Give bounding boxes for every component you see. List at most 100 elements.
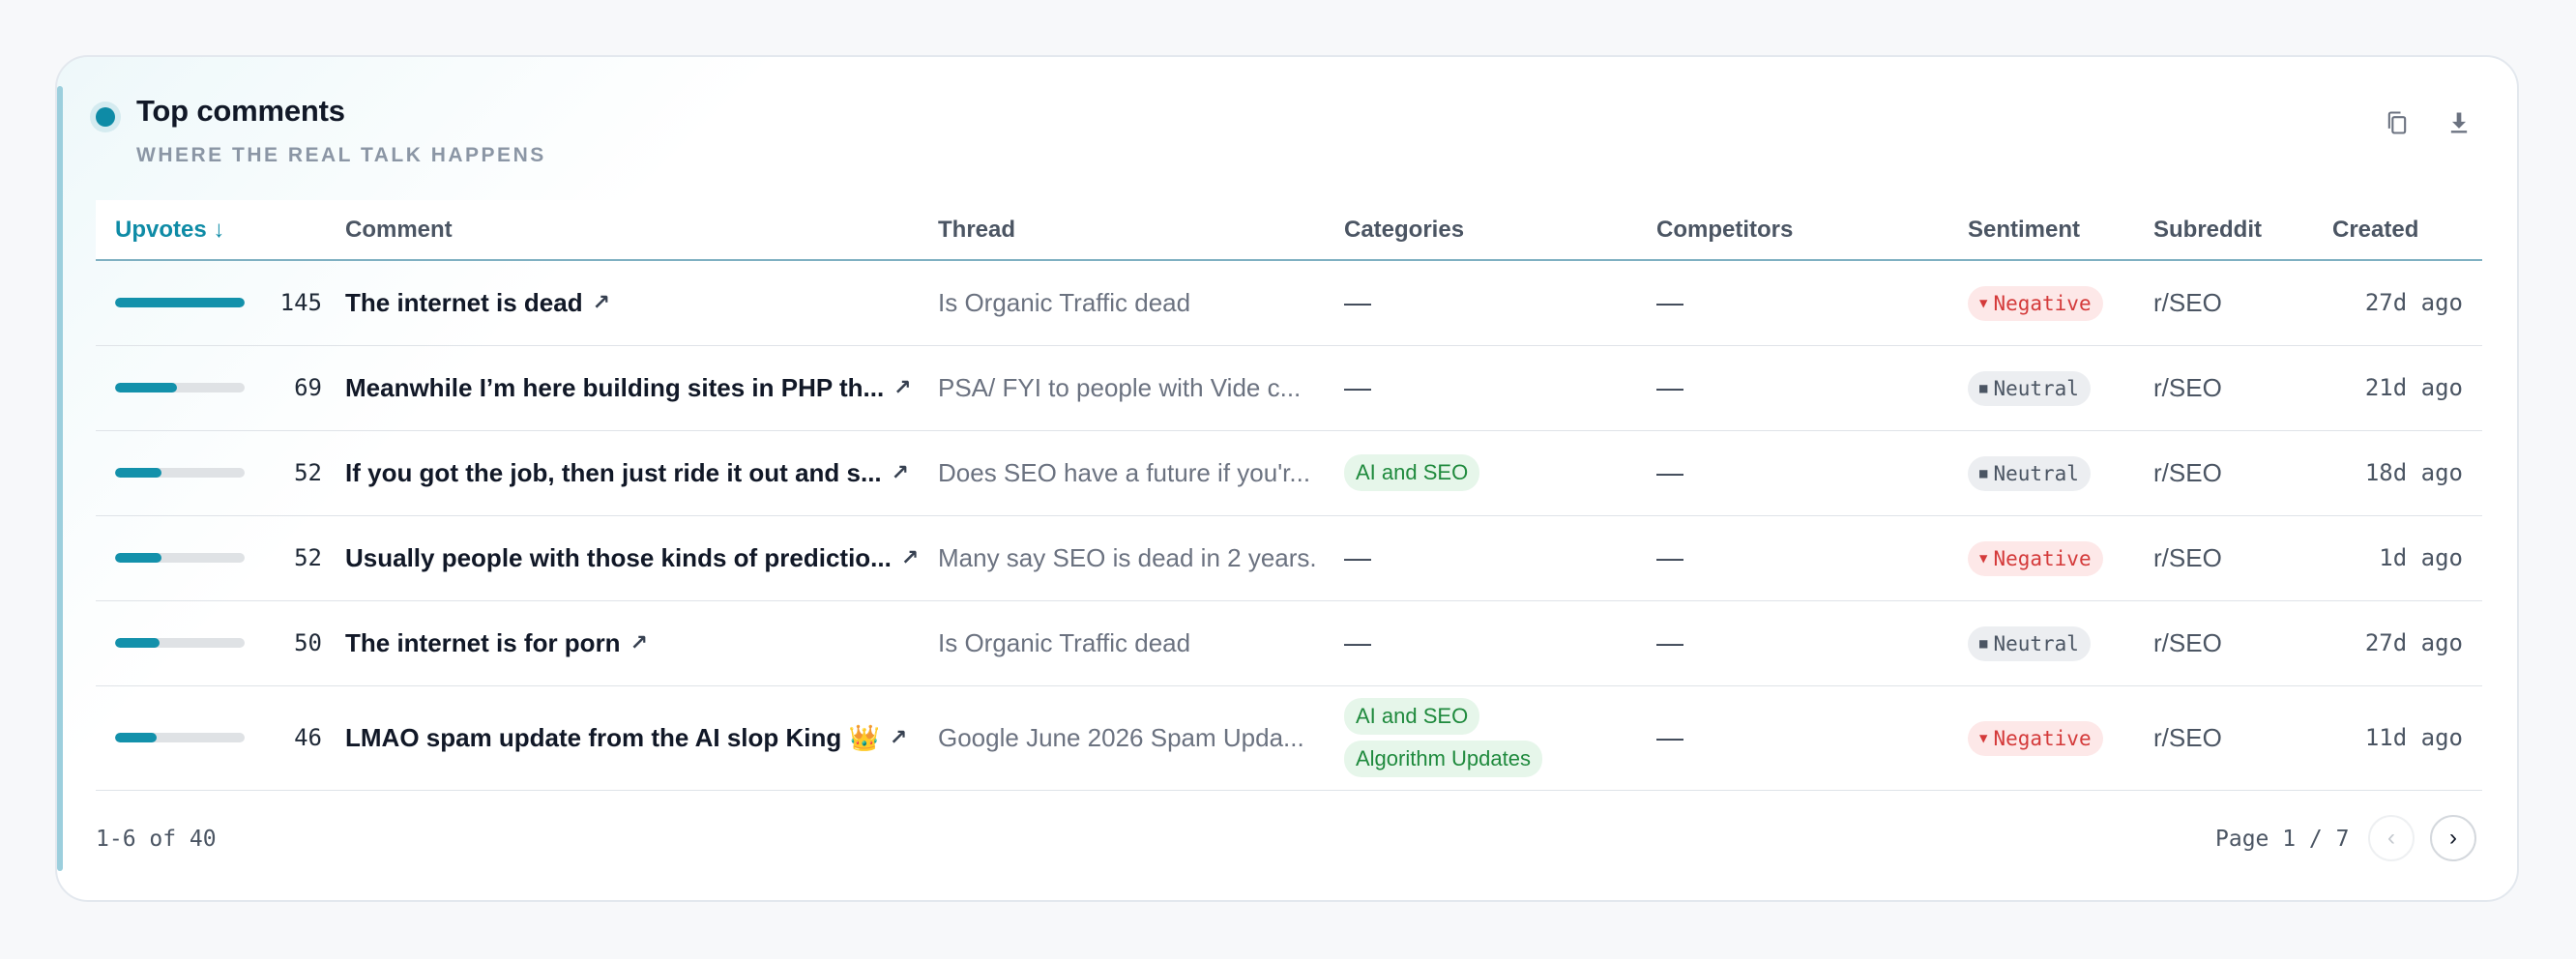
table-row[interactable]: 50 The internet is for porn ↗ Is Organic Tr… — [96, 600, 2482, 686]
sentiment-cell: ■ Neutral — [1968, 430, 2153, 516]
column-upvotes-sort[interactable]: Upvotes ↓ — [96, 200, 345, 261]
categories-cell: — — [1344, 515, 1656, 601]
external-link-icon[interactable]: ↗ — [893, 375, 911, 400]
square-icon: ■ — [1979, 636, 1988, 652]
competitors-cell: — — [1656, 345, 1968, 431]
comment-text[interactable]: Usually people with those kinds of predi… — [345, 543, 892, 573]
sentiment-badge: ▼ Negative — [1968, 541, 2103, 576]
table-row[interactable]: 52 Usually people with those kinds of pre… — [96, 515, 2482, 601]
comment-cell[interactable]: The internet is dead ↗ — [345, 260, 938, 346]
sentiment-label: Negative — [1993, 292, 2092, 316]
card-title: Top comments — [136, 94, 345, 128]
column-created[interactable]: Created — [2332, 200, 2482, 261]
title-dot-icon — [96, 107, 115, 127]
table-row[interactable]: 52 If you got the job, then just ride it … — [96, 430, 2482, 516]
created-cell: 1d ago — [2332, 515, 2482, 601]
upvotes-count: 50 — [294, 629, 322, 656]
thread-cell[interactable]: Is Organic Traffic dead — [938, 260, 1344, 346]
down-triangle-icon: ▼ — [1979, 296, 1988, 312]
external-link-icon[interactable]: ↗ — [630, 630, 648, 655]
upvotes-bar-fill — [115, 733, 157, 742]
comment-cell[interactable]: LMAO spam update from the AI slop King 👑… — [345, 685, 938, 791]
table-row[interactable]: 145 The internet is dead ↗ Is Organic Traff… — [96, 260, 2482, 346]
categories-cell: — — [1344, 260, 1656, 346]
competitors-cell: — — [1656, 260, 1968, 346]
square-icon: ■ — [1979, 381, 1988, 396]
column-subreddit[interactable]: Subreddit — [2153, 200, 2332, 261]
table-body: 145 The internet is dead ↗ Is Organic Traff… — [96, 260, 2482, 791]
competitors-cell: — — [1656, 515, 1968, 601]
comment-text[interactable]: The internet is dead — [345, 288, 583, 318]
results-count: 1-6 of 40 — [96, 827, 217, 852]
column-thread[interactable]: Thread — [938, 200, 1344, 261]
categories-empty: — — [1344, 372, 1371, 402]
sentiment-badge: ▼ Negative — [1968, 721, 2103, 756]
upvotes-bar-fill — [115, 383, 178, 392]
subreddit-cell[interactable]: r/SEO — [2153, 685, 2332, 791]
comment-cell[interactable]: Meanwhile I’m here building sites in PHP… — [345, 345, 938, 431]
competitors-empty: — — [1656, 287, 1683, 318]
comment-cell[interactable]: Usually people with those kinds of predi… — [345, 515, 938, 601]
sentiment-cell: ■ Neutral — [1968, 345, 2153, 431]
subreddit-cell[interactable]: r/SEO — [2153, 600, 2332, 686]
column-categories[interactable]: Categories — [1344, 200, 1656, 261]
sentiment-label: Neutral — [1993, 462, 2079, 485]
sentiment-label: Neutral — [1993, 632, 2079, 655]
prev-page-button[interactable]: ‹ — [2368, 815, 2415, 861]
upvotes-bar-fill — [115, 553, 162, 563]
column-comment[interactable]: Comment — [345, 200, 938, 261]
table-row[interactable]: 69 Meanwhile I’m here building sites in P… — [96, 345, 2482, 431]
subreddit-cell[interactable]: r/SEO — [2153, 430, 2332, 516]
categories-empty: — — [1344, 627, 1371, 657]
thread-cell[interactable]: PSA/ FYI to people with Vide c... — [938, 345, 1344, 431]
top-comments-card: Top comments WHERE THE REAL TALK HAPPENS… — [55, 55, 2519, 902]
copy-button[interactable] — [2378, 103, 2416, 142]
thread-cell[interactable]: Google June 2026 Spam Upda... — [938, 685, 1344, 791]
comment-text[interactable]: If you got the job, then just ride it ou… — [345, 458, 882, 488]
comment-text[interactable]: Meanwhile I’m here building sites in PHP… — [345, 373, 884, 403]
external-link-icon[interactable]: ↗ — [901, 545, 919, 570]
upvotes-bar-fill — [115, 468, 162, 478]
download-button[interactable] — [2440, 103, 2478, 142]
sentiment-cell: ▼ Negative — [1968, 515, 2153, 601]
thread-cell[interactable]: Does SEO have a future if you'r... — [938, 430, 1344, 516]
category-chip[interactable]: AI and SEO — [1344, 454, 1480, 491]
subreddit-cell[interactable]: r/SEO — [2153, 345, 2332, 431]
category-chip[interactable]: AI and SEO — [1344, 698, 1480, 735]
upvotes-bar — [115, 553, 245, 563]
created-cell: 11d ago — [2332, 685, 2482, 791]
comment-cell[interactable]: The internet is for porn ↗ — [345, 600, 938, 686]
thread-cell[interactable]: Is Organic Traffic dead — [938, 600, 1344, 686]
created-cell: 27d ago — [2332, 600, 2482, 686]
sentiment-badge: ■ Neutral — [1968, 456, 2091, 491]
next-page-button[interactable]: › — [2430, 815, 2476, 861]
comment-cell[interactable]: If you got the job, then just ride it ou… — [345, 430, 938, 516]
page-indicator: Page 1 / 7 — [2215, 827, 2350, 852]
thread-cell[interactable]: Many say SEO is dead in 2 years. — [938, 515, 1344, 601]
copy-icon — [2387, 111, 2407, 134]
table-header-row: Upvotes ↓ Comment Thread Categories Comp… — [96, 200, 2482, 261]
external-link-icon[interactable]: ↗ — [890, 725, 907, 750]
column-sentiment[interactable]: Sentiment — [1968, 200, 2153, 261]
comment-text[interactable]: LMAO spam update from the AI slop King 👑 — [345, 723, 880, 753]
competitors-cell: — — [1656, 430, 1968, 516]
sentiment-cell: ▼ Negative — [1968, 685, 2153, 791]
upvotes-count: 46 — [294, 724, 322, 751]
upvotes-count: 52 — [294, 459, 322, 486]
column-competitors[interactable]: Competitors — [1656, 200, 1968, 261]
subreddit-cell[interactable]: r/SEO — [2153, 260, 2332, 346]
external-link-icon[interactable]: ↗ — [593, 290, 610, 315]
sentiment-label: Negative — [1993, 727, 2092, 750]
subreddit-cell[interactable]: r/SEO — [2153, 515, 2332, 601]
sentiment-badge: ■ Neutral — [1968, 371, 2091, 406]
categories-cell: — — [1344, 345, 1656, 431]
table-row[interactable]: 46 LMAO spam update from the AI slop King… — [96, 685, 2482, 791]
upvotes-bar — [115, 298, 245, 308]
comment-text[interactable]: The internet is for porn — [345, 628, 621, 658]
external-link-icon[interactable]: ↗ — [892, 460, 909, 485]
created-cell: 21d ago — [2332, 345, 2482, 431]
upvotes-cell: 145 — [96, 260, 345, 346]
upvotes-count: 145 — [279, 289, 322, 317]
category-chip[interactable]: Algorithm Updates — [1344, 741, 1542, 777]
competitors-empty: — — [1656, 457, 1683, 487]
